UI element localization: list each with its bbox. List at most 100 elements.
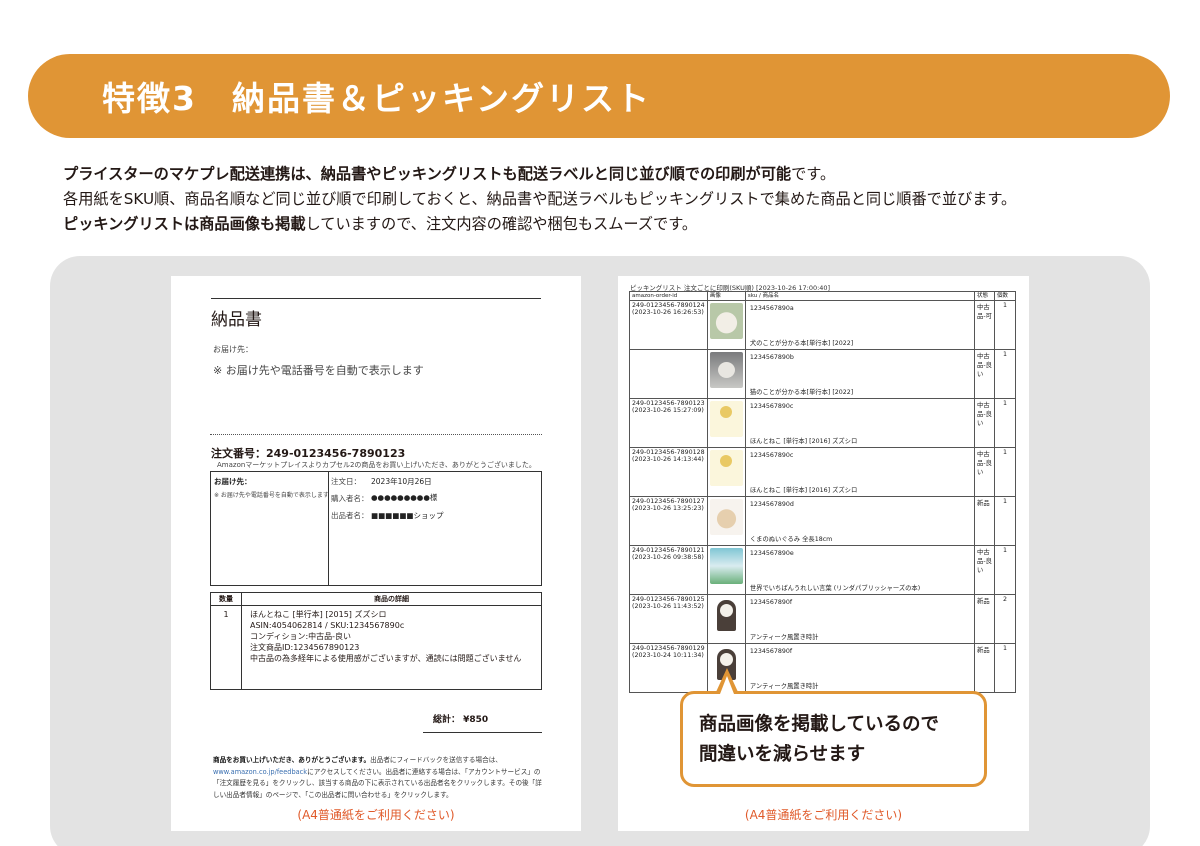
image-cell: [706, 300, 746, 350]
table-row: 249-0123456-7890128 (2023-10-26 14:13:44)…: [629, 447, 1016, 497]
a4-paper-note: (A4普通紙をご利用ください): [297, 808, 455, 822]
book-cover-icon: [709, 401, 743, 437]
seller-label: 出品者名：: [331, 511, 369, 520]
sku: 1234567890c: [749, 403, 794, 410]
order-id: 249-0123456-7890128: [632, 449, 705, 456]
order-cell: 249-0123456-7890128 (2023-10-26 14:13:44): [629, 447, 708, 497]
condition-cell: 中古品-良い: [974, 447, 996, 497]
thanks-line: Amazonマーケットプレイスよりカプセル2の商品をお買い上げいただき、ありがと…: [217, 461, 536, 469]
footer-text-1: 出品者にフィードバックを送信する場合は、: [370, 756, 502, 764]
sku-cell: 1234567890f アンティーク風置き時計: [744, 643, 976, 693]
sku: 1234567890a: [749, 305, 794, 312]
box-auto-note: ※ お届け先や電話番号を自動で表示します: [214, 492, 329, 499]
book-cover-icon: [709, 450, 743, 486]
qty-cell: 1: [994, 447, 1016, 497]
table-row: 1234567890b 猫のことが分かる本[単行本] [2022] 中古品-良い 1: [629, 349, 1016, 399]
intro-text: プライスターのマケプレ配送連携は、納品書やピッキングリストも配送ラベルと同じ並び…: [63, 162, 1183, 237]
condition-cell: 中古品-良い: [974, 398, 996, 448]
dog-photo-icon: [709, 303, 743, 339]
detail-line: 注文商品ID:1234567890123: [250, 643, 360, 652]
product-name: くまのぬいぐるみ 全長18cm: [749, 536, 833, 543]
product-name: 猫のことが分かる本[単行本] [2022]: [749, 389, 854, 396]
qty-cell: 1: [994, 300, 1016, 350]
table-row: 249-0123456-7890123 (2023-10-26 15:27:09)…: [629, 398, 1016, 448]
sku: 1234567890b: [749, 354, 794, 361]
invoice-sheet: 納品書 お届け先： ※ お届け先や電話番号を自動で表示します 注文番号：249-…: [171, 276, 581, 831]
product-name: アンティーク風置き時計: [749, 634, 819, 641]
auto-display-note: ※ お届け先や電話番号を自動で表示します: [213, 364, 424, 377]
order-id: 249-0123456-7890127: [632, 498, 705, 505]
intro-line2: 各用紙をSKU順、商品名順など同じ並び順で印刷しておくと、納品書や配送ラベルもピ…: [63, 190, 1017, 208]
col-image: 画像: [706, 291, 746, 301]
order-date: (2023-10-26 16:26:53): [632, 309, 704, 316]
deliver-to-label: お届け先：: [213, 345, 253, 354]
footer-message: 商品をお買い上げいただき、ありがとうございます。出品者にフィードバックを送信する…: [213, 755, 543, 801]
detail-lines: ほんとねこ [単行本] [2015] ズズシロ ASIN:4054062814 …: [242, 606, 521, 689]
cat-photo-icon: [709, 352, 743, 388]
qty-header: 数量: [211, 593, 242, 605]
table-row: 249-0123456-7890121 (2023-10-26 09:38:58)…: [629, 545, 1016, 595]
box-deliver-label: お届け先：: [214, 477, 252, 486]
footer-bold: 商品をお買い上げいただき、ありがとうございます。: [213, 756, 371, 764]
order-cell: 249-0123456-7890124 (2023-10-26 16:26:53): [629, 300, 708, 350]
order-date: 2023年10月26日: [371, 477, 432, 486]
qty-cell: 1: [994, 545, 1016, 595]
sku: 1234567890f: [749, 648, 793, 655]
detail-line: ASIN:4054062814 / SKU:1234567890c: [250, 621, 405, 630]
qty-cell: 1: [994, 349, 1016, 399]
image-cell: [706, 496, 746, 546]
sku: 1234567890d: [749, 501, 794, 508]
qty-value: 1: [211, 606, 242, 689]
order-cell: 249-0123456-7890125 (2023-10-26 11:43:52): [629, 594, 708, 644]
callout-line1: 商品画像を掲載しているので: [699, 714, 939, 735]
image-cell: [706, 594, 746, 644]
condition-cell: 新品: [974, 496, 996, 546]
a4-paper-note: (A4普通紙をご利用ください): [744, 808, 903, 822]
clock-icon: [709, 597, 743, 633]
sku-cell: 1234567890f アンティーク風置き時計: [744, 594, 976, 644]
condition-cell: 中古品-良い: [974, 349, 996, 399]
image-cell: [706, 398, 746, 448]
callout-line2: 間違いを減らせます: [699, 744, 866, 765]
order-date-label: 注文日：: [331, 477, 361, 486]
intro-line1-rest: です。: [791, 165, 836, 183]
sku-cell: 1234567890a 犬のことが分かる本[単行本] [2022]: [744, 300, 976, 350]
col-order-id: amazon-order-id: [629, 291, 708, 301]
dotted-divider: [210, 434, 542, 435]
intro-line3-rest: していますので、注文内容の確認や梱包もスムーズです。: [305, 215, 698, 233]
product-name: ほんとねこ [単行本] [2016] ズズシロ: [749, 487, 858, 494]
teddy-bear-icon: [709, 499, 743, 535]
sku-cell: 1234567890c ほんとねこ [単行本] [2016] ズズシロ: [744, 398, 976, 448]
qty-cell: 1: [994, 643, 1016, 693]
detail-line: 中古品の為多経年による使用感がございますが、通読には問題ございません: [250, 654, 522, 663]
total-amount: 総計： ¥850: [433, 715, 489, 725]
col-sku-name: sku / 商品名: [744, 291, 976, 301]
image-cell: [706, 545, 746, 595]
callout-box: 商品画像を掲載しているので 間違いを減らせます: [680, 691, 987, 787]
table-row: 249-0123456-7890129 (2023-10-24 10:11:34)…: [629, 643, 1016, 693]
order-date: (2023-10-26 15:27:09): [632, 407, 704, 414]
feedback-link[interactable]: www.amazon.co.jp/feedback: [213, 768, 307, 776]
order-date: (2023-10-26 13:25:23): [632, 505, 704, 512]
sku-cell: 1234567890d くまのぬいぐるみ 全長18cm: [744, 496, 976, 546]
col-condition: 状態: [974, 291, 996, 301]
order-id: 249-0123456-7890124: [632, 302, 705, 309]
qty-cell: 1: [994, 398, 1016, 448]
buyer-label: 購入者名：: [331, 494, 369, 503]
order-id: 249-0123456-7890125: [632, 596, 705, 603]
delivery-box: お届け先： ※ お届け先や電話番号を自動で表示します 注文日： 2023年10月…: [210, 471, 542, 586]
sku-cell: 1234567890c ほんとねこ [単行本] [2016] ズズシロ: [744, 447, 976, 497]
image-cell: [706, 349, 746, 399]
sku-cell: 1234567890b 猫のことが分かる本[単行本] [2022]: [744, 349, 976, 399]
picking-table: amazon-order-id 画像 sku / 商品名 状態 個数 249-0…: [629, 291, 1016, 693]
sku: 1234567890f: [749, 599, 793, 606]
sku: 1234567890c: [749, 452, 794, 459]
buyer-name: ●●●●●●●●●様: [371, 493, 438, 502]
product-name: 世界でいちばんうれしい言葉 (リンダパブリッシャーズの本): [749, 585, 921, 592]
section-banner: 特徴3 納品書＆ピッキングリスト: [28, 54, 1170, 138]
order-cell: [629, 349, 708, 399]
qty-cell: 2: [994, 594, 1016, 644]
table-row: 249-0123456-7890124 (2023-10-26 16:26:53)…: [629, 300, 1016, 350]
intro-line1-bold: プライスターのマケプレ配送連携は、納品書やピッキングリストも配送ラベルと同じ並び…: [63, 165, 792, 183]
detail-header: 商品の詳細: [374, 595, 409, 603]
